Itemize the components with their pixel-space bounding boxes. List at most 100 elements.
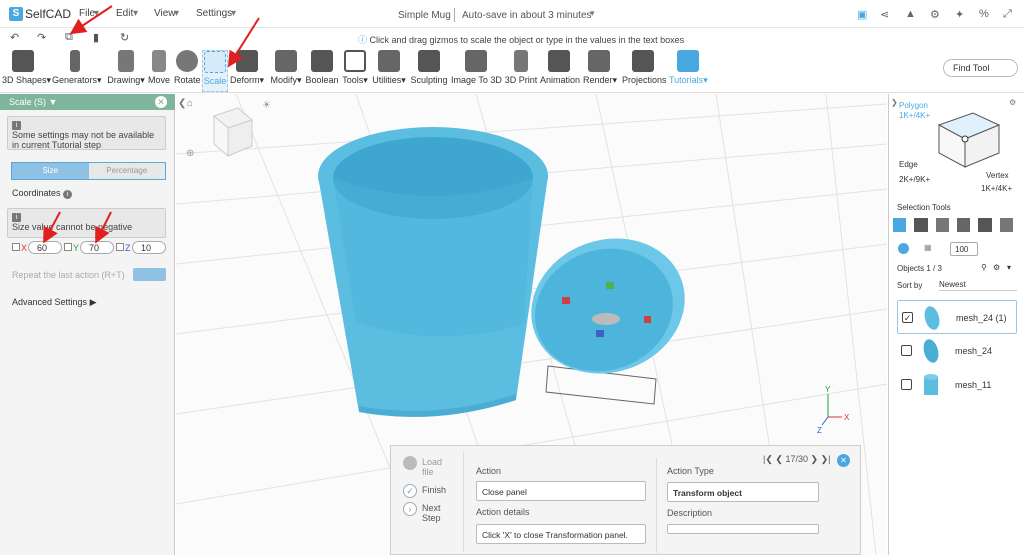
tool-scale[interactable]: Scale: [202, 50, 228, 92]
tool-generators[interactable]: Generators▾: [52, 50, 102, 86]
mug-model[interactable]: [318, 127, 548, 417]
menu-view[interactable]: View: [154, 8, 176, 19]
hint-message: Click and drag gizmos to scale the objec…: [369, 35, 685, 45]
bell-icon[interactable]: ▲: [905, 8, 916, 20]
camera-icon[interactable]: ⊕: [186, 148, 194, 159]
chevron-down-icon[interactable]: ▾: [590, 8, 595, 19]
selection-mode-cube-icon[interactable]: [933, 111, 1005, 169]
x-checkbox[interactable]: [12, 243, 20, 251]
tool-sculpting[interactable]: Sculpting: [410, 50, 448, 85]
info-icon: i: [63, 190, 73, 199]
refresh-icon[interactable]: ↻: [120, 31, 129, 44]
tool-3d-shapes[interactable]: 3D Shapes▾: [2, 50, 51, 86]
copy-icon[interactable]: ⧉: [65, 31, 73, 44]
object-name: mesh_11: [955, 380, 992, 390]
app-name: SelfCAD: [25, 7, 72, 21]
tool-projections[interactable]: Projections: [622, 50, 667, 85]
tool-utilities[interactable]: Utilities▾: [372, 50, 406, 86]
object-name: mesh_24: [955, 346, 993, 356]
tool-animation[interactable]: Animation: [540, 50, 580, 85]
tool-deform[interactable]: Deform▾: [229, 50, 265, 86]
gear-icon[interactable]: ⚙: [1009, 98, 1016, 107]
vertex-mode[interactable]: Vertex: [986, 171, 1009, 180]
share-icon[interactable]: ⋖: [880, 8, 889, 21]
search-icon[interactable]: ⚲: [981, 263, 987, 272]
gear-icon[interactable]: ⚙: [930, 8, 940, 21]
select-loop-icon[interactable]: [999, 218, 1013, 232]
tool-render[interactable]: Render▾: [583, 50, 617, 86]
chevron-down-icon[interactable]: ▾: [1007, 263, 1011, 272]
tool-drawing[interactable]: Drawing▾: [106, 50, 146, 86]
redo-icon[interactable]: ↷: [37, 31, 46, 44]
tool-tutorials[interactable]: Tutorials▾: [669, 50, 708, 86]
percentage-option[interactable]: Percentage: [88, 163, 165, 179]
brush-circle-icon[interactable]: [898, 243, 909, 254]
caret-down-icon[interactable]: ▼: [49, 97, 58, 107]
save-icon[interactable]: ▣: [857, 8, 867, 21]
edge-mode[interactable]: Edge: [899, 160, 918, 169]
light-icon[interactable]: ☀: [262, 100, 271, 111]
fullscreen-icon[interactable]: ⤢: [1003, 8, 1012, 21]
select-face-icon[interactable]: [914, 218, 928, 232]
object-checkbox[interactable]: ✓: [902, 312, 913, 323]
z-size-input[interactable]: 10: [132, 241, 166, 254]
object-checkbox[interactable]: [901, 379, 912, 390]
top-bar: S SelfCAD File ▾ Edit ▾ View ▾ Settings ▾ Si…: [0, 0, 1024, 28]
tool-3d-print[interactable]: 3D Print: [504, 50, 538, 85]
first-step-icon[interactable]: |❮: [763, 454, 773, 464]
lid-model[interactable]: [512, 217, 704, 405]
object-checkbox[interactable]: [901, 345, 912, 356]
y-checkbox[interactable]: [64, 243, 72, 251]
view-cube[interactable]: [213, 107, 253, 158]
size-option[interactable]: Size: [12, 163, 89, 179]
advanced-settings[interactable]: Advanced Settings ▶: [12, 297, 97, 308]
chevron-left-icon[interactable]: ❮: [178, 98, 186, 109]
sort-select[interactable]: Newest: [939, 279, 1017, 291]
tool-tools[interactable]: Tools▾: [341, 50, 369, 86]
document-title[interactable]: Simple Mug: [398, 10, 451, 21]
close-panel-button[interactable]: ✕: [155, 96, 167, 108]
object-row[interactable]: mesh_11: [897, 368, 1017, 402]
select-object-icon[interactable]: [893, 218, 907, 232]
menu-settings[interactable]: Settings: [196, 8, 232, 19]
find-tool-input[interactable]: Find Tool: [943, 59, 1018, 77]
x-size-input[interactable]: 60: [28, 241, 62, 254]
polygon-mode[interactable]: Polygon: [899, 101, 928, 110]
undo-icon[interactable]: ↶: [10, 31, 19, 44]
settings-icon[interactable]: ✦: [955, 8, 964, 21]
tool-modify[interactable]: Modify▾: [268, 50, 304, 86]
tutorial-step[interactable]: Next Step: [422, 503, 448, 523]
tool-rotate[interactable]: Rotate: [174, 50, 201, 85]
z-checkbox[interactable]: [116, 243, 124, 251]
repeat-last-action-toggle[interactable]: [133, 268, 166, 281]
tool-move[interactable]: Move: [148, 50, 170, 85]
prev-step-icon[interactable]: ❮: [775, 454, 783, 464]
settings-icon[interactable]: ⚙: [993, 263, 1000, 272]
tool-boolean[interactable]: Boolean: [305, 50, 339, 85]
select-vertex-icon[interactable]: [956, 218, 971, 232]
toolbar: 3D Shapes▾ Generators▾ Drawing▾ Move Rot…: [0, 48, 1024, 93]
last-step-icon[interactable]: ❯|: [821, 454, 831, 464]
home-icon[interactable]: ⌂: [187, 98, 193, 109]
brush-size-input[interactable]: 100: [950, 242, 978, 256]
delete-icon[interactable]: ▮: [93, 31, 99, 44]
chevron-down-icon: ▾: [231, 8, 237, 19]
tool-image-to-3d[interactable]: Image To 3D: [451, 50, 502, 85]
select-edge-icon[interactable]: [935, 218, 949, 232]
app-logo[interactable]: S SelfCAD: [9, 7, 71, 21]
close-tutorial-button[interactable]: ✕: [837, 454, 850, 467]
next-step-icon[interactable]: ❯: [811, 454, 819, 464]
percent-icon[interactable]: %: [979, 8, 989, 20]
note-text: Some settings may not be available in cu…: [12, 130, 155, 150]
object-row[interactable]: ✓ mesh_24 (1): [897, 300, 1017, 334]
menu-edit[interactable]: Edit: [116, 8, 133, 19]
info-icon: ⓘ: [358, 35, 370, 45]
object-row[interactable]: mesh_24: [897, 334, 1017, 368]
action-details-field: Click 'X' to close Transformation panel.: [476, 524, 646, 544]
menu-file[interactable]: File: [79, 8, 95, 19]
z-axis-label: Z: [125, 243, 131, 253]
select-region-icon[interactable]: [978, 218, 992, 232]
y-size-input[interactable]: 70: [80, 241, 114, 254]
chevron-right-icon[interactable]: ❯: [891, 98, 898, 107]
brush-pattern-icon[interactable]: ▦: [924, 243, 932, 252]
